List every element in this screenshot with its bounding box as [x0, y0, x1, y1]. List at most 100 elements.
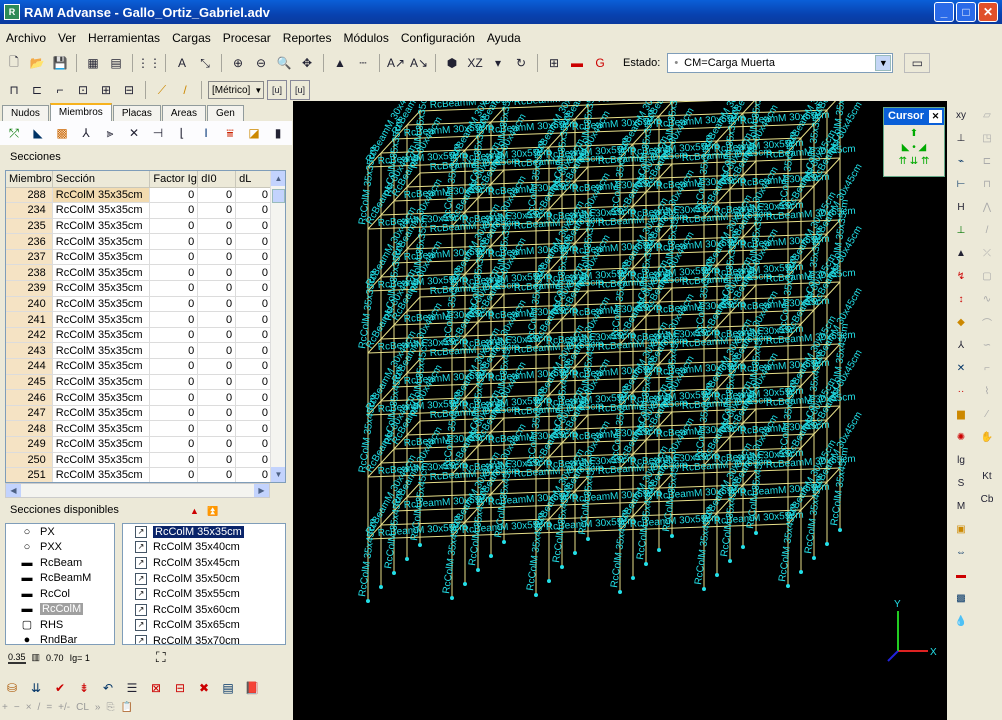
bar-chart-icon[interactable]: ▆ [951, 404, 971, 424]
slash-icon[interactable]: / [977, 220, 997, 240]
cell-di0[interactable]: 0 [197, 264, 237, 282]
list-item[interactable]: ● RndBar [6, 633, 114, 644]
cell-seccion[interactable]: RcColM 35x35cm [52, 342, 151, 360]
member-design-icon[interactable]: ◪ [244, 123, 264, 143]
cell-factor[interactable]: 0 [149, 218, 199, 235]
table-row[interactable]: 250 RcColM 35x35cm 0 0 0 [6, 452, 272, 469]
menu-modulos[interactable]: Módulos [337, 31, 394, 45]
dots-icon[interactable]: ·· [951, 381, 971, 401]
section-type-list[interactable]: ○ PX ○ PXX ▬ RcBeam ▬ RcBeamM ▬ RcCol ▬ RcColM ▢ RHS ●… [5, 523, 115, 645]
beam-icon[interactable]: ⊏ [977, 151, 997, 171]
list-item[interactable]: ↗ RcColM 35x50cm [123, 571, 285, 587]
arrow-down-icon[interactable]: ⇊ [26, 678, 46, 698]
measure-icon[interactable]: ⤡ [195, 53, 215, 73]
brush-icon[interactable]: ▬ [951, 565, 971, 585]
text-up-icon[interactable]: A↗ [386, 53, 406, 73]
cell-factor[interactable]: 0 [149, 187, 199, 204]
unit-toggle-2[interactable]: [u] [290, 80, 310, 100]
table-row[interactable]: 244 RcColM 35x35cm 0 0 0 [6, 358, 272, 375]
chevron-down-icon[interactable]: ▼ [875, 55, 892, 71]
menu-procesar[interactable]: Procesar [217, 31, 277, 45]
cell-miembro[interactable]: 246 [6, 389, 53, 406]
curve-icon[interactable]: ∽ [977, 335, 997, 355]
member-select-icon[interactable]: ◣ [28, 123, 48, 143]
shear-button[interactable]: S [951, 473, 971, 493]
scroll-thumb[interactable] [272, 189, 285, 203]
cell-factor[interactable]: 0 [149, 327, 199, 344]
table-row[interactable]: 238 RcColM 35x35cm 0 0 0 [6, 264, 272, 282]
xy-view-button[interactable]: xy [951, 105, 971, 125]
tab-placas[interactable]: Placas [112, 105, 161, 121]
diagonal-icon[interactable]: ⟋ [152, 80, 172, 100]
cb-button[interactable]: Cb [977, 489, 997, 509]
cell-seccion[interactable]: RcColM 35x35cm [52, 264, 151, 282]
rotate-view-icon[interactable]: ↻ [511, 53, 531, 73]
list-item[interactable]: ▬ RcCol [6, 586, 114, 602]
scale-large[interactable]: 0.70 [46, 653, 64, 663]
cell-di0[interactable]: 0 [197, 296, 237, 313]
cell-miembro[interactable]: 235 [6, 218, 53, 235]
units-select[interactable]: [Métrico] ▼ [208, 81, 264, 99]
cell-di0[interactable]: 0 [197, 436, 237, 453]
fit-icon[interactable]: ⛶ [156, 649, 166, 666]
slab-icon[interactable]: ▩ [951, 588, 971, 608]
cell-factor[interactable]: 0 [149, 358, 199, 375]
arrow-bottom-row-icon[interactable]: ⇈ ⇊ ⇈ [884, 155, 944, 169]
dots-grid-icon[interactable]: ⋮⋮ [137, 53, 161, 73]
kt-button[interactable]: Kt [977, 466, 997, 486]
cell-seccion[interactable]: RcColM 35x35cm [52, 374, 151, 391]
col-header-dl[interactable]: dL [235, 171, 272, 188]
view-dropdown-icon[interactable]: ▾ [488, 53, 508, 73]
truss-icon[interactable]: ⋀ [977, 197, 997, 217]
cell-miembro[interactable]: 245 [6, 374, 53, 391]
cell-factor[interactable]: 0 [149, 420, 199, 437]
cell-seccion[interactable]: RcColM 35x35cm [52, 187, 151, 204]
list-item[interactable]: ↗ RcColM 35x40cm [123, 540, 285, 556]
cell-dl[interactable]: 0 [235, 405, 272, 422]
list-item[interactable]: ▬ RcBeamM [6, 571, 114, 587]
frame-3d-icon[interactable]: ▱ [977, 105, 997, 125]
cell-miembro[interactable]: 248 [6, 420, 53, 437]
cell-dl[interactable]: 0 [235, 420, 272, 437]
table-row[interactable]: 245 RcColM 35x35cm 0 0 0 [6, 374, 272, 391]
color-wheel-icon[interactable]: ✺ [951, 427, 971, 447]
list-item[interactable]: ↗ RcColM 35x55cm [123, 586, 285, 602]
member-split-icon[interactable]: ⫸ [100, 123, 120, 143]
clear-list-icon[interactable]: ⊟ [170, 678, 190, 698]
diamond-icon[interactable]: ◆ [951, 312, 971, 332]
cell-di0[interactable]: 0 [197, 342, 237, 360]
cell-factor[interactable]: 0 [149, 436, 199, 453]
tab-areas[interactable]: Areas [161, 105, 206, 121]
table-row[interactable]: 246 RcColM 35x35cm 0 0 0 [6, 389, 272, 406]
cell-seccion[interactable]: RcColM 35x35cm [52, 358, 151, 375]
cell-dl[interactable]: 0 [235, 296, 272, 313]
brace-x-icon[interactable]: ⤫ [977, 243, 997, 263]
zoom-in-icon[interactable]: ⊕ [228, 53, 248, 73]
grid-horizontal-scrollbar[interactable]: ◀ ▶ [5, 483, 270, 498]
estado-select[interactable]: • CM=Carga Muerta ▼ [667, 53, 894, 73]
cross-icon[interactable]: ✕ [951, 358, 971, 378]
cell-di0[interactable]: 0 [197, 405, 237, 422]
remove-icon[interactable]: ✖ [194, 678, 214, 698]
scale-small[interactable]: 0.35 [8, 652, 26, 664]
zoom-window-icon[interactable]: 🔍 [274, 53, 294, 73]
cell-dl[interactable]: 0 [235, 327, 272, 344]
list-item[interactable]: ↗ RcColM 35x45cm [123, 555, 285, 571]
cell-dl[interactable]: 0 [235, 342, 272, 360]
scroll-left-icon[interactable]: ◀ [6, 484, 21, 497]
cell-seccion[interactable]: RcColM 35x35cm [52, 327, 151, 344]
cell-factor[interactable]: 0 [149, 452, 199, 469]
grid-vertical-scrollbar[interactable]: ▲ ▼ [270, 171, 285, 482]
scroll-right-icon[interactable]: ▶ [254, 484, 269, 497]
cell-seccion[interactable]: RcColM 35x35cm [52, 202, 151, 219]
cell-dl[interactable]: 0 [235, 218, 272, 235]
g-icon[interactable]: G [590, 53, 610, 73]
stairs-icon[interactable]: ⌐ [977, 358, 997, 378]
h-icon[interactable]: H [951, 197, 971, 217]
cell-seccion[interactable]: RcColM 35x35cm [52, 420, 151, 437]
tab-nudos[interactable]: Nudos [2, 105, 49, 121]
layout-icon[interactable]: ▤ [106, 53, 126, 73]
cell-factor[interactable]: 0 [149, 374, 199, 391]
cell-factor[interactable]: 0 [149, 264, 199, 282]
box-icon[interactable]: ▢ [977, 266, 997, 286]
